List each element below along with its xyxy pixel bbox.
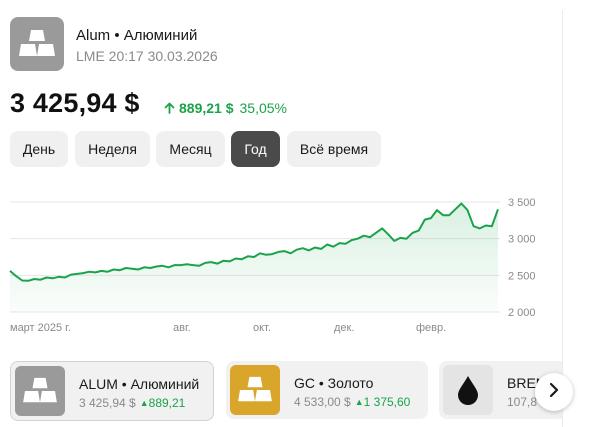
title-separator: • — [114, 27, 124, 44]
instrument-cards: ALUM • Алюминий 3 425,94 $ ▲889,21 GC • З… — [10, 361, 562, 421]
card-subtitle: 107,8 — [507, 395, 537, 409]
instrument-title: Alum • Алюминий — [76, 27, 197, 44]
x-tick-label: дек. — [334, 322, 354, 334]
price-chart[interactable]: 3 500 3 000 2 500 2 000 март 2025 г. авг. окт… — [0, 190, 560, 340]
y-tick-label: 2 500 — [508, 270, 536, 282]
card-alum[interactable]: ALUM • Алюминий 3 425,94 $ ▲889,21 — [10, 361, 214, 421]
instrument-header: Alum • Алюминий LME 20:17 30.03.2026 — [10, 17, 550, 71]
card-change: ▲1 375,60 — [354, 395, 411, 409]
triangle-up-icon: ▲ — [139, 398, 149, 408]
y-tick-label: 2 000 — [508, 307, 536, 319]
change-percent: 35,05% — [239, 100, 287, 116]
card-title: GC • Золото — [294, 375, 374, 391]
triangle-up-icon: ▲ — [354, 397, 364, 407]
aluminium-bars-icon — [15, 366, 65, 416]
gold-bars-icon — [230, 365, 280, 415]
price-row: 3 425,94 $ 889,21 $ 35,05% — [10, 88, 550, 122]
price-chart-canvas[interactable]: 3 500 3 000 2 500 2 000 март 2025 г. авг. окт… — [0, 190, 560, 340]
instrument-name: Алюминий — [123, 27, 198, 44]
card-change: ▲889,21 — [139, 396, 186, 410]
tab-day[interactable]: День — [10, 131, 68, 167]
chevron-right-icon — [548, 382, 560, 403]
tab-year[interactable]: Год — [231, 131, 280, 167]
card-price: 3 425,94 $ — [79, 396, 136, 410]
y-tick-label: 3 000 — [508, 234, 536, 246]
tab-month[interactable]: Месяц — [156, 131, 225, 167]
card-price: 107,8 — [507, 395, 538, 409]
panel-divider — [562, 10, 563, 427]
current-price: 3 425,94 $ — [10, 88, 140, 118]
x-tick-label: окт. — [253, 322, 271, 334]
next-cards-button[interactable] — [535, 373, 573, 411]
aluminium-bars-icon — [10, 17, 64, 71]
x-tick-label: авг. — [173, 322, 191, 334]
x-tick-label: февр. — [416, 322, 446, 334]
y-tick-label: 3 500 — [508, 197, 536, 209]
price-change: 889,21 $ 35,05% — [164, 100, 287, 117]
instrument-ticker: Alum — [76, 27, 111, 44]
arrow-up-icon — [164, 101, 175, 117]
change-absolute: 889,21 $ — [179, 100, 234, 116]
card-gold[interactable]: GC • Золото 4 533,00 $ ▲1 375,60 — [226, 361, 428, 419]
card-subtitle: 4 533,00 $ ▲1 375,60 — [294, 395, 410, 409]
tab-all-time[interactable]: Всё время — [287, 131, 381, 167]
card-price: 4 533,00 $ — [294, 395, 351, 409]
x-tick-label: март 2025 г. — [10, 322, 71, 334]
exchange-time: LME 20:17 30.03.2026 — [76, 48, 218, 64]
oil-drop-icon — [443, 365, 493, 415]
card-title: ALUM • Алюминий — [79, 376, 200, 392]
card-subtitle: 3 425,94 $ ▲889,21 — [79, 396, 185, 410]
tab-week[interactable]: Неделя — [75, 131, 150, 167]
